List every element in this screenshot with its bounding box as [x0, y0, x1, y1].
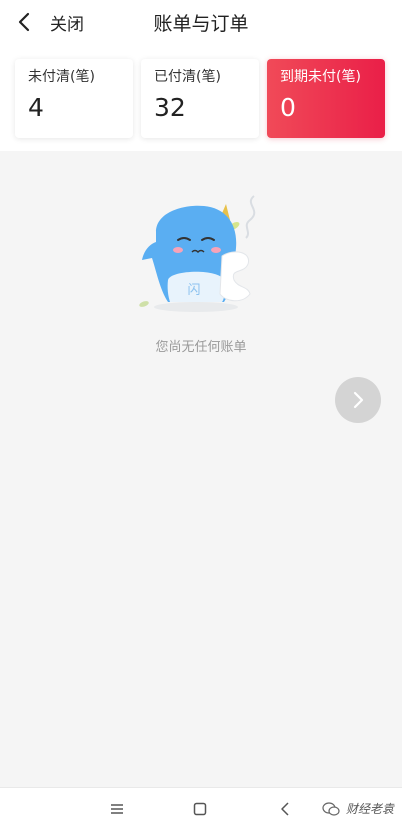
triangle-back-icon	[281, 802, 289, 816]
stat-value-unpaid: 4	[28, 93, 44, 122]
stat-value-paid: 32	[154, 93, 186, 122]
page-title: 账单与订单	[153, 13, 249, 35]
menu-button[interactable]	[106, 798, 128, 820]
stat-label-overdue: 到期未付(笔)	[280, 69, 361, 85]
home-button[interactable]	[189, 798, 211, 820]
mascot-badge: 闪	[187, 283, 200, 298]
watermark: 财经老袁	[322, 800, 394, 817]
empty-state-message: 您尚无任何账单	[155, 340, 247, 355]
stat-card-paid[interactable]: 已付清(笔) 32	[141, 59, 259, 138]
watermark-text: 财经老袁	[346, 802, 395, 816]
stat-label-paid: 已付清(笔)	[154, 69, 221, 85]
stat-card-overdue[interactable]: 到期未付(笔) 0	[267, 59, 385, 138]
menu-icon	[111, 804, 123, 814]
system-back-button[interactable]	[274, 798, 296, 820]
header-bar: 关闭 账单与订单	[0, 0, 402, 48]
stat-card-unpaid[interactable]: 未付清(笔) 4	[15, 59, 133, 138]
stat-value-overdue: 0	[280, 93, 296, 122]
square-home-icon	[193, 802, 207, 816]
stat-label-unpaid: 未付清(笔)	[28, 69, 95, 85]
next-button[interactable]	[335, 377, 381, 423]
sad-mascot-illustration: 闪	[134, 190, 264, 315]
wechat-icon	[322, 801, 340, 816]
chevron-right-icon	[353, 391, 364, 409]
stats-section: 未付清(笔) 4 已付清(笔) 32 到期未付(笔) 0	[0, 48, 402, 151]
